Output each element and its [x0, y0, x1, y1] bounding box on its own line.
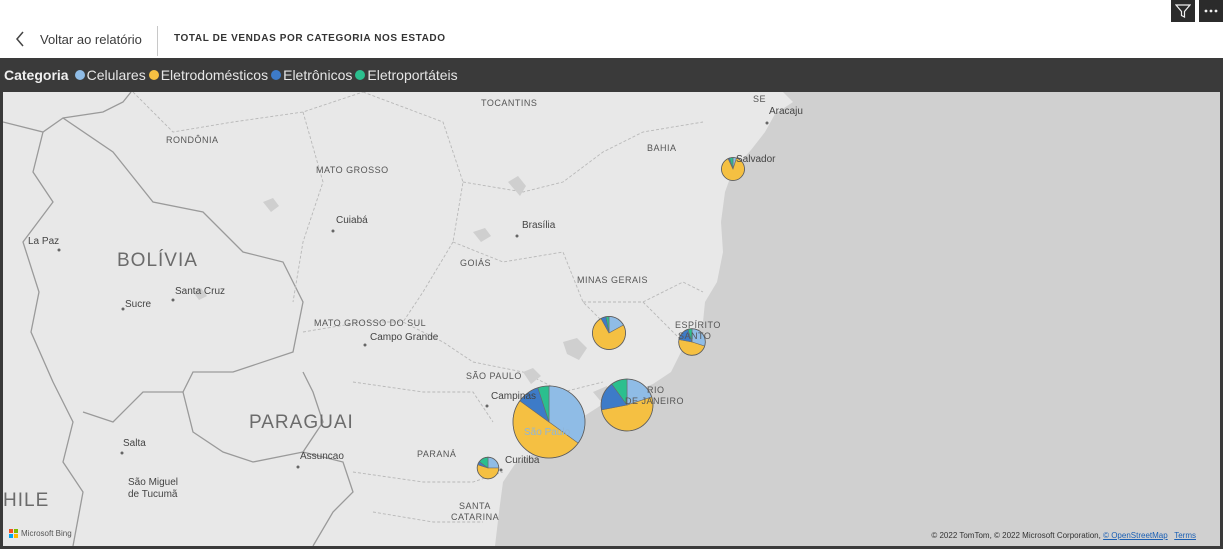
city-label-sucre: Sucre: [125, 299, 152, 310]
header-divider: [157, 26, 158, 56]
city-label-brasilia: Brasília: [522, 220, 556, 231]
city-label-sao-paulo: São Paulo: [524, 427, 571, 438]
legend-dot: [74, 70, 85, 80]
legend: Categoria Celulares Eletrodomésticos Ele…: [4, 58, 461, 92]
state-label-santa-catarina: SANTA: [459, 501, 491, 511]
legend-title: Categoria: [4, 67, 69, 83]
state-label-bahia: BAHIA: [647, 143, 677, 153]
state-label-mato-grosso-do-sul: MATO GROSSO DO SUL: [314, 318, 427, 328]
state-label-rio-de-janeiro: RIO: [647, 385, 665, 395]
report-header: Voltar ao relatório TOTAL DE VENDAS POR …: [0, 0, 1223, 58]
legend-item-eletronicos[interactable]: Eletrônicos: [271, 67, 352, 83]
openstreetmap-link[interactable]: © OpenStreetMap: [1103, 531, 1168, 540]
back-to-report-button[interactable]: Voltar ao relatório: [12, 26, 142, 52]
city-label-sao-miguel: São Miguel: [128, 477, 179, 488]
microsoft-logo-icon: [9, 529, 18, 538]
visual-title: TOTAL DE VENDAS POR CATEGORIA NOS ESTADO: [174, 33, 446, 44]
state-label-parana: PARANÁ: [417, 449, 457, 459]
city-label-salvador: Salvador: [736, 154, 776, 165]
city-label-aracaju: Aracaju: [769, 106, 803, 117]
state-label-minas-gerais: MINAS GERAIS: [577, 275, 649, 285]
country-label-chile: HILE: [3, 490, 50, 511]
city-label-sao-miguel-2: de Tucumã: [128, 489, 178, 500]
visual-header-icons: [1171, 0, 1223, 22]
city-label-cuiaba: Cuiabá: [336, 215, 368, 226]
city-label-assuncao: Assuncao: [300, 451, 344, 462]
bing-label: Microsoft Bing: [21, 529, 72, 538]
state-label-se: SE: [753, 94, 767, 104]
filter-icon[interactable]: [1171, 0, 1195, 22]
chevron-left-icon: [12, 26, 28, 52]
state-label-rondonia: RONDÔNIA: [166, 135, 219, 145]
legend-item-eletrodomesticos[interactable]: Eletrodomésticos: [148, 67, 269, 83]
map-visual: Categoria Celulares Eletrodomésticos Ele…: [0, 58, 1223, 549]
legend-item-eletroportateis[interactable]: Eletroportáteis: [355, 67, 458, 83]
back-label: Voltar ao relatório: [40, 31, 142, 47]
legend-label: Eletroportáteis: [367, 67, 458, 83]
state-label-sao-paulo: SÃO PAULO: [466, 371, 522, 381]
pie-paran-[interactable]: [476, 456, 500, 480]
state-label-goias: GOIÁS: [460, 258, 492, 268]
state-label-santa-catarina-2: CATARINA: [451, 512, 500, 522]
state-label-tocantins: TOCANTINS: [481, 98, 538, 108]
city-label-campinas: Campinas: [491, 391, 537, 402]
city-label-campo-grande: Campo Grande: [370, 332, 439, 343]
pie-minas-gerais[interactable]: [592, 316, 626, 350]
legend-item-celulares[interactable]: Celulares: [74, 67, 146, 83]
state-label-rio-de-janeiro-2: DE JANEIRO: [625, 396, 685, 406]
map-canvas[interactable]: TOCANTINS SE BAHIA RONDÔNIA MATO GROSSO …: [3, 92, 1220, 546]
state-label-mato-grosso: MATO GROSSO: [316, 165, 389, 175]
city-label-curitiba: Curitiba: [505, 455, 540, 466]
legend-dot: [271, 70, 282, 80]
map-copyright: © 2022 TomTom, © 2022 Microsoft Corporat…: [931, 531, 1196, 540]
legend-label: Eletrônicos: [283, 67, 353, 83]
basemap: [3, 92, 793, 546]
country-label-bolivia: BOLÍVIA: [117, 250, 198, 271]
state-label-espirito-santo: ESPÍRITO: [675, 320, 721, 330]
more-options-icon[interactable]: [1199, 0, 1223, 22]
state-label-espirito-santo-2: SANTO: [678, 331, 712, 341]
country-label-paraguai: PARAGUAI: [249, 412, 354, 433]
legend-label: Celulares: [86, 67, 146, 83]
terms-link[interactable]: Terms: [1174, 531, 1196, 540]
legend-label: Eletrodomésticos: [160, 67, 269, 83]
legend-dot: [355, 70, 366, 80]
city-label-salta: Salta: [123, 438, 146, 449]
legend-dot: [148, 70, 159, 80]
copyright-text: © 2022 TomTom, © 2022 Microsoft Corporat…: [931, 531, 1101, 540]
city-label-santa-cruz: Santa Cruz: [175, 286, 226, 297]
bing-logo: Microsoft Bing: [9, 529, 72, 538]
city-label-la-paz: La Paz: [28, 236, 60, 247]
